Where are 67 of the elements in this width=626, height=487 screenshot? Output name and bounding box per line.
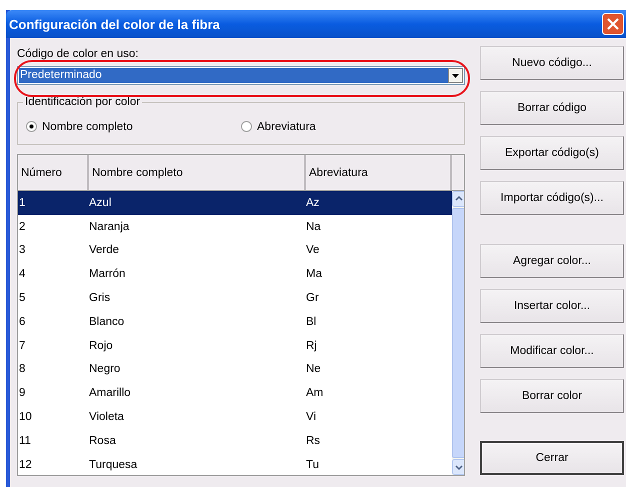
table-cell-text: Turquesa — [89, 458, 138, 471]
table-cell-text: Am — [306, 387, 324, 400]
table-cell-text: 1 — [18, 196, 26, 209]
table-cell-text: Tu — [306, 458, 320, 471]
table-row[interactable]: 9 Amarillo Am — [18, 381, 452, 406]
table-cell-text: Amarillo — [89, 387, 132, 400]
table-cell-text: 12 — [18, 458, 33, 471]
table-cell-text: Rj — [306, 340, 318, 352]
table-cell-text: Violeta — [89, 411, 125, 424]
table-cell-text: Rs — [306, 434, 322, 447]
close-icon[interactable] — [602, 13, 624, 35]
table-row[interactable]: 12 Turquesa Tu — [18, 452, 452, 475]
table-cell-text: Ne — [306, 363, 322, 376]
table-cell-text: Rojo — [89, 340, 114, 352]
table-row[interactable]: 10 Violeta Vi — [18, 405, 452, 429]
table-cell-text: 5 — [18, 292, 26, 304]
code-dropdown[interactable]: Predeterminado — [17, 66, 465, 85]
dialog-button[interactable]: Modificar color... — [480, 334, 624, 368]
table-cell-text: Gris — [89, 292, 112, 304]
table-row[interactable]: 11 Rosa Rs — [18, 428, 452, 453]
radio-label[interactable]: Abreviatura — [257, 120, 316, 132]
table-cell-text: 7 — [18, 340, 26, 352]
scroll-down-icon[interactable] — [452, 459, 464, 475]
dialog-button[interactable]: Nuevo código... — [480, 46, 624, 80]
dialog-button[interactable]: Borrar color — [480, 379, 624, 413]
scroll-up-icon[interactable] — [452, 191, 464, 207]
table-cell-text: Ve — [306, 244, 320, 256]
table-cell-text: 11 — [18, 434, 32, 447]
table-cell-text: 9 — [18, 387, 26, 400]
radio-button-icon[interactable] — [26, 121, 37, 132]
table-cell-text: 2 — [18, 220, 26, 233]
table-cell-text: 3 — [18, 244, 26, 256]
radio-button-icon[interactable] — [241, 121, 252, 132]
table-cell-text: 8 — [18, 363, 26, 376]
table-cell-text: Az — [306, 196, 320, 209]
dialog-button[interactable]: Insertar color... — [480, 289, 624, 323]
table-row[interactable]: 5 Gris Gr — [18, 286, 452, 310]
table-cell-text: Bl — [306, 316, 318, 328]
table-row[interactable]: 6 Blanco Bl — [18, 310, 452, 334]
table-row[interactable]: 3 Verde Ve — [18, 238, 452, 262]
table-row[interactable]: 8 Negro Ne — [18, 358, 452, 382]
table-cell-text: Na — [306, 220, 322, 233]
table-cell-text: Gr — [306, 292, 320, 304]
table-cell-text: Azul — [89, 196, 112, 209]
table-row[interactable]: 4 Marrón Ma — [18, 262, 452, 286]
table-cell-text: Vi — [306, 411, 318, 424]
dialog-button[interactable]: Borrar código — [480, 91, 624, 125]
table-cell-text: 10 — [18, 411, 33, 424]
table-cell-text: Rosa — [89, 434, 117, 447]
table-row[interactable]: 2 Naranja Na — [18, 214, 452, 239]
table-cell-text: 6 — [18, 316, 26, 328]
window-title: Configuración del color de la fibra — [9, 16, 221, 32]
table-row[interactable]: 1 Azul Az — [18, 191, 452, 215]
dialog-button[interactable]: Cerrar — [480, 441, 624, 475]
radio-label[interactable]: Nombre completo — [42, 120, 133, 132]
table-cell-text: Verde — [89, 244, 120, 256]
table-cell-text: Blanco — [89, 316, 126, 328]
table-cell-text: 4 — [18, 268, 26, 280]
table-cell-text: Ma — [306, 268, 323, 280]
field-label: Código de color en uso: — [17, 47, 140, 62]
table-cell-text: Marrón — [89, 268, 126, 280]
table-row[interactable]: 7 Rojo Rj — [18, 334, 452, 358]
table-cell-text: Naranja — [89, 220, 130, 233]
dialog-button[interactable]: Agregar color... — [480, 244, 624, 278]
dialog-button[interactable]: Exportar código(s) — [480, 136, 624, 170]
dialog-button[interactable]: Importar código(s)... — [480, 181, 624, 215]
table-cell-text: Negro — [89, 363, 122, 376]
